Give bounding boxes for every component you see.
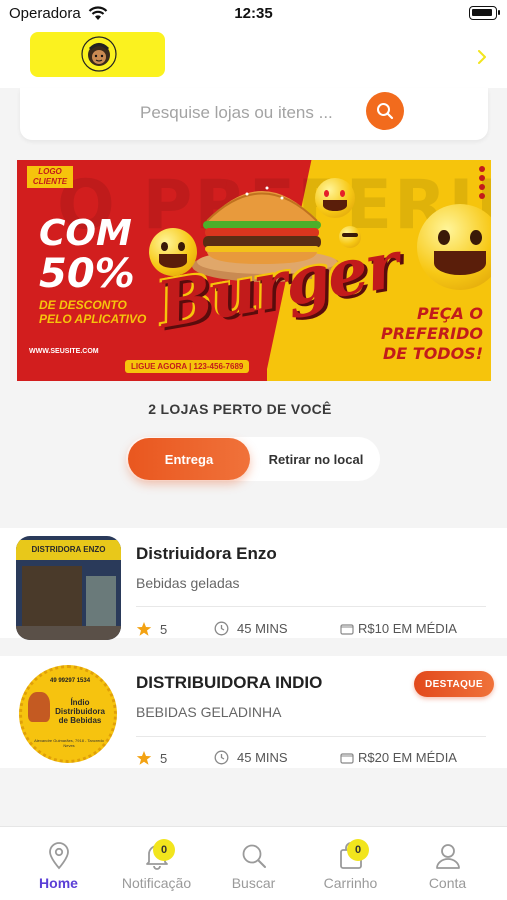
toggle-entrega[interactable]: Entrega xyxy=(128,438,250,480)
search-input[interactable] xyxy=(140,101,360,125)
tab-label: Notificação xyxy=(121,875,192,891)
time-value: 45 MINS xyxy=(237,621,288,636)
thumb-character xyxy=(28,692,50,722)
banner-headline-percent: 50% xyxy=(39,251,135,297)
search-button[interactable] xyxy=(366,92,404,130)
app-header xyxy=(0,28,507,88)
search-icon xyxy=(377,103,394,120)
rating-value: 5 xyxy=(160,750,168,766)
tab-label: Conta xyxy=(428,875,467,891)
battery-icon xyxy=(469,6,500,20)
time-value: 45 MINS xyxy=(237,750,288,765)
rating-value: 5 xyxy=(160,621,168,637)
store-card-indio[interactable]: 49 99297 1534 Índio Distribuidora de Beb… xyxy=(0,656,507,768)
stores-heading: 2 LOJAS PERTO DE VOCÊ xyxy=(148,401,332,417)
store-thumbnail-indio: 49 99297 1534 Índio Distribuidora de Beb… xyxy=(16,662,121,766)
divider xyxy=(136,606,486,607)
store-description: BEBIDAS GELADINHA xyxy=(136,704,282,720)
wallet-icon xyxy=(340,752,354,764)
promo-banner[interactable]: O PREFERIDO LOGO CLIENTE COM 50% DE DESC… xyxy=(17,160,491,381)
tab-label: Buscar xyxy=(231,875,276,891)
thumb-sign: DISTRIDORA ENZO xyxy=(16,540,121,560)
thumb-title: Índio Distribuidora de Bebidas xyxy=(55,698,105,725)
store-card-enzo[interactable]: DISTRIDORA ENZO Distriuidora Enzo Bebida… xyxy=(0,528,507,640)
price-value: R$10 EM MÉDIA xyxy=(358,621,457,636)
tab-cart[interactable]: 0 Carrinho xyxy=(300,827,401,900)
tab-home[interactable]: Home xyxy=(8,827,109,900)
price-value: R$20 EM MÉDIA xyxy=(358,750,457,765)
thumb-address: Alexandre Guimarães, 7918 - Tancredo Nev… xyxy=(34,738,104,748)
thumb-storefront xyxy=(22,566,82,626)
store-delivery-time: 45 MINS xyxy=(214,750,288,765)
search-icon xyxy=(239,841,269,871)
banner-phone: LIGUE AGORA | 123-456-7689 xyxy=(125,360,250,373)
emoji-heart-eyes xyxy=(315,178,355,218)
store-description: Bebidas geladas xyxy=(136,575,240,591)
store-rating: 5 xyxy=(136,750,167,766)
star-icon xyxy=(136,751,152,765)
wallet-icon xyxy=(340,623,354,635)
social-icons xyxy=(479,166,487,202)
brand-logo[interactable] xyxy=(30,32,165,77)
brand-logo-icon xyxy=(81,36,117,72)
tab-account[interactable]: Conta xyxy=(397,827,498,900)
banner-right-text: PEÇA O PREFERIDO DE TODOS! xyxy=(381,304,483,363)
status-bar: Operadora 12:35 xyxy=(0,0,507,28)
tab-notifications[interactable]: 0 Notificação xyxy=(106,827,207,900)
tab-search[interactable]: Buscar xyxy=(203,827,304,900)
store-avg-price: R$20 EM MÉDIA xyxy=(340,750,457,765)
clock-icon xyxy=(214,621,229,636)
thumb-shelf xyxy=(86,576,116,631)
store-name: DISTRIBUIDORA INDIO xyxy=(136,673,323,692)
store-delivery-time: 45 MINS xyxy=(214,621,288,636)
user-icon xyxy=(433,841,463,871)
store-rating: 5 xyxy=(136,621,167,637)
search-card xyxy=(20,88,488,140)
cart-count: 0 xyxy=(347,839,369,861)
thumb-phone: 49 99297 1534 xyxy=(50,678,91,684)
banner-website: WWW.SEUSITE.COM xyxy=(29,348,99,355)
tab-label: Carrinho xyxy=(323,875,378,891)
location-pin-icon xyxy=(44,841,74,871)
delivery-mode-toggle: Entrega Retirar no local xyxy=(126,437,380,481)
star-icon xyxy=(136,622,152,636)
clock: 12:35 xyxy=(234,5,273,22)
store-name: Distriuidora Enzo xyxy=(136,544,277,563)
banner-headline-com: COM xyxy=(39,213,132,254)
tab-label: Home xyxy=(39,875,78,891)
clock-icon xyxy=(214,750,229,765)
divider xyxy=(136,736,486,737)
banner-subline: DE DESCONTO PELO APLICATIVO xyxy=(39,298,147,326)
notification-count: 0 xyxy=(153,839,175,861)
bottom-tab-bar: Home 0 Notificação Buscar 0 Carrinho Con… xyxy=(0,826,507,900)
banner-client-logo: LOGO CLIENTE xyxy=(27,166,73,188)
chevron-right-icon[interactable] xyxy=(477,50,487,64)
toggle-retirar[interactable]: Retirar no local xyxy=(254,437,378,481)
store-avg-price: R$10 EM MÉDIA xyxy=(340,621,457,636)
store-thumbnail-enzo: DISTRIDORA ENZO xyxy=(16,536,121,640)
thumb-ground xyxy=(16,626,121,640)
highlight-badge: DESTAQUE xyxy=(414,671,494,697)
